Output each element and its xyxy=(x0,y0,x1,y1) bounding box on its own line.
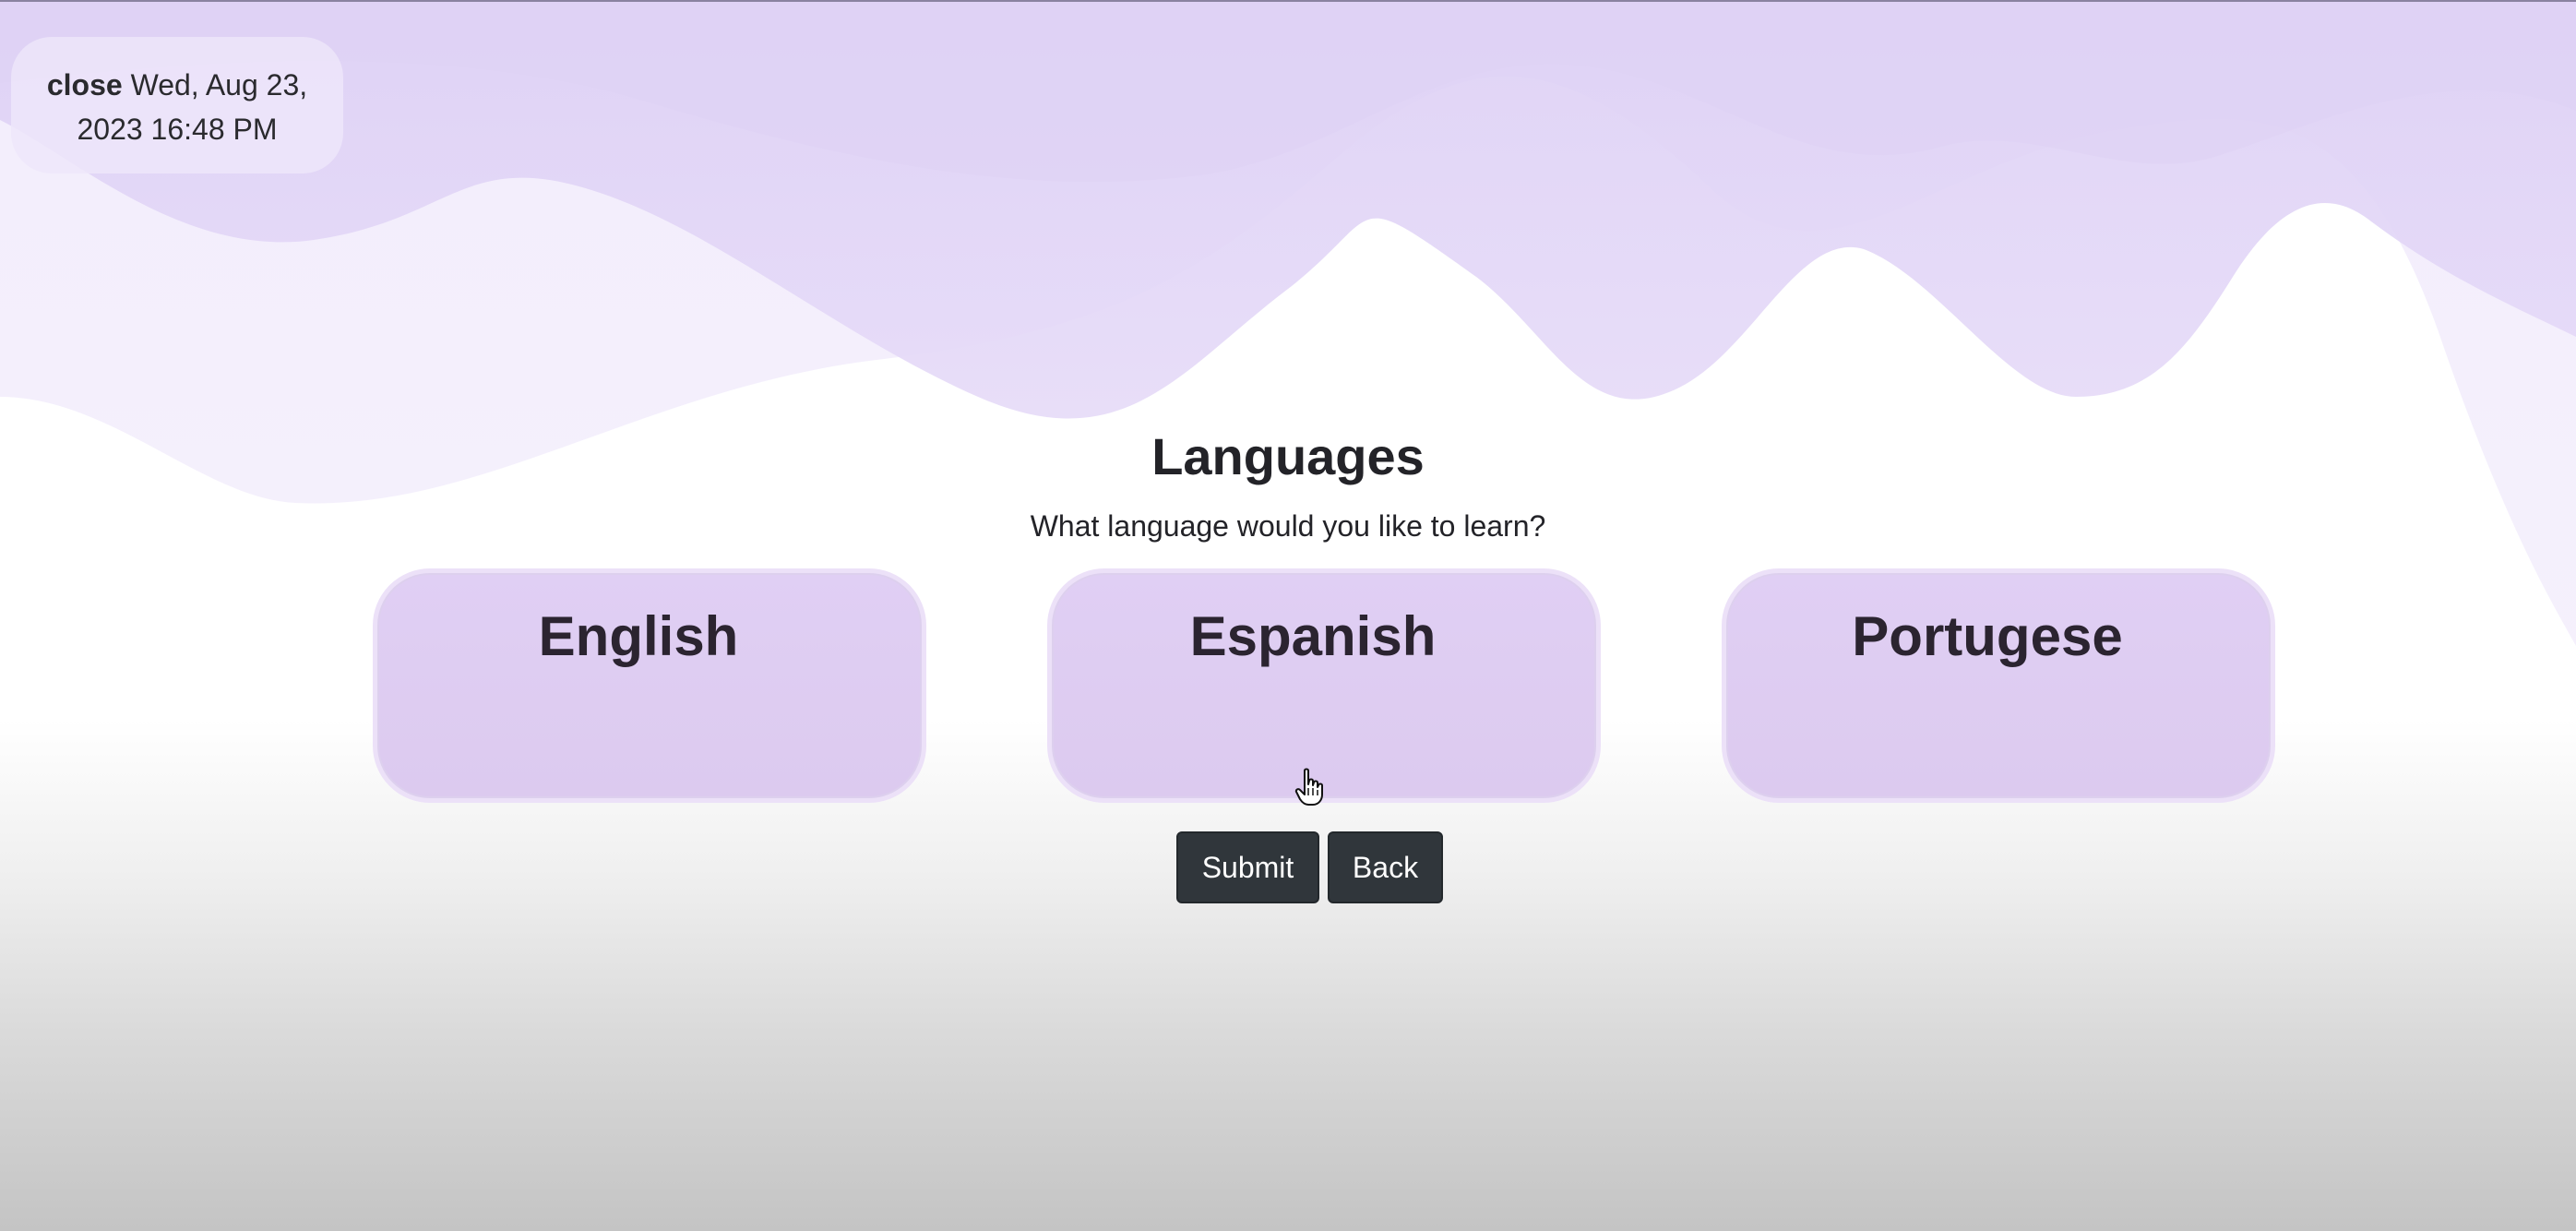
back-button[interactable]: Back xyxy=(1328,831,1443,903)
language-label-espanish: Espanish xyxy=(1189,605,1437,667)
background-waves xyxy=(0,0,2576,646)
status-datetime-pill: close Wed, Aug 23, 2023 16:48 PM xyxy=(11,37,343,173)
window-top-border xyxy=(0,0,2576,2)
page-question: What language would you like to learn? xyxy=(1030,509,1546,543)
datetime-line2: 2023 16:48 PM xyxy=(77,113,278,146)
datetime-line1: Wed, Aug 23, xyxy=(130,68,308,102)
language-card-portugese[interactable]: Portugese xyxy=(1722,568,2275,803)
page-title: Languages xyxy=(1151,427,1425,485)
hand-pointer-icon xyxy=(1294,768,1323,806)
language-label-portugese: Portugese xyxy=(1852,605,2123,667)
language-card-english[interactable]: English xyxy=(373,568,926,803)
language-label-english: English xyxy=(538,605,739,667)
submit-button[interactable]: Submit xyxy=(1176,831,1319,903)
close-label[interactable]: close xyxy=(47,68,123,102)
